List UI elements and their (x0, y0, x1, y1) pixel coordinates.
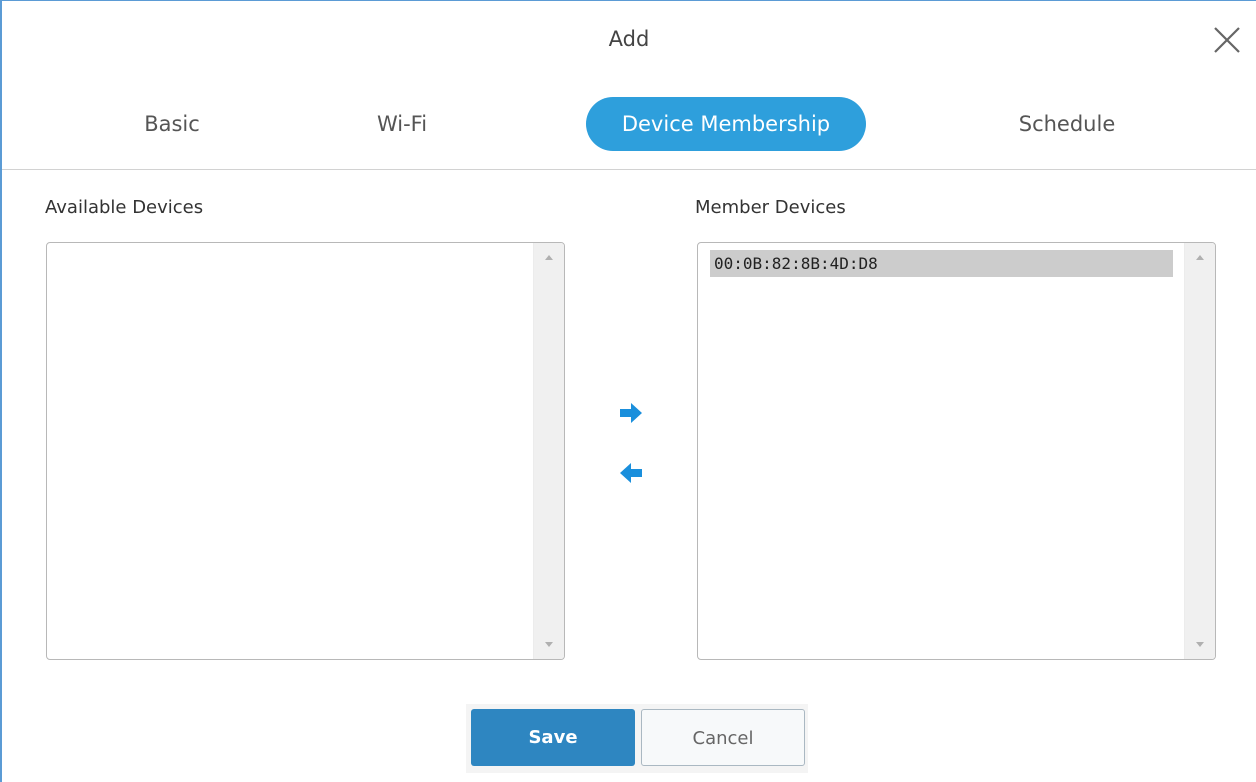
scroll-down-button[interactable] (534, 633, 564, 655)
member-devices-items: 00:0B:82:8B:4D:D8 (710, 250, 1173, 277)
tab-bar: Basic Wi-Fi Device Membership Schedule (2, 97, 1256, 151)
arrow-left-icon (620, 463, 642, 483)
member-devices-label: Member Devices (695, 197, 846, 218)
arrow-right-icon (620, 403, 642, 423)
save-button[interactable]: Save (471, 709, 635, 766)
available-list-scrollbar[interactable] (533, 243, 564, 659)
add-dialog: Add Basic Wi-Fi Device Membership Schedu… (0, 0, 1256, 782)
scroll-down-button[interactable] (1185, 633, 1215, 655)
available-devices-list[interactable] (46, 242, 565, 660)
dialog-title: Add (608, 27, 650, 51)
close-button[interactable] (1212, 25, 1242, 55)
scroll-up-button[interactable] (1185, 247, 1215, 269)
available-devices-label: Available Devices (45, 197, 204, 218)
tab-device-membership[interactable]: Device Membership (586, 97, 866, 151)
move-to-available-button[interactable] (614, 460, 648, 486)
move-to-member-button[interactable] (614, 400, 648, 426)
scroll-up-button[interactable] (534, 247, 564, 269)
member-list-scrollbar[interactable] (1184, 243, 1215, 659)
list-item[interactable]: 00:0B:82:8B:4D:D8 (710, 250, 1173, 277)
tab-basic[interactable]: Basic (112, 97, 232, 151)
close-icon (1214, 27, 1240, 53)
member-devices-list[interactable]: 00:0B:82:8B:4D:D8 (697, 242, 1216, 660)
tab-wifi[interactable]: Wi-Fi (342, 97, 462, 151)
cancel-button[interactable]: Cancel (641, 709, 805, 766)
header-divider (2, 169, 1256, 170)
tab-schedule[interactable]: Schedule (992, 97, 1142, 151)
dialog-actions: Save Cancel (466, 704, 808, 773)
